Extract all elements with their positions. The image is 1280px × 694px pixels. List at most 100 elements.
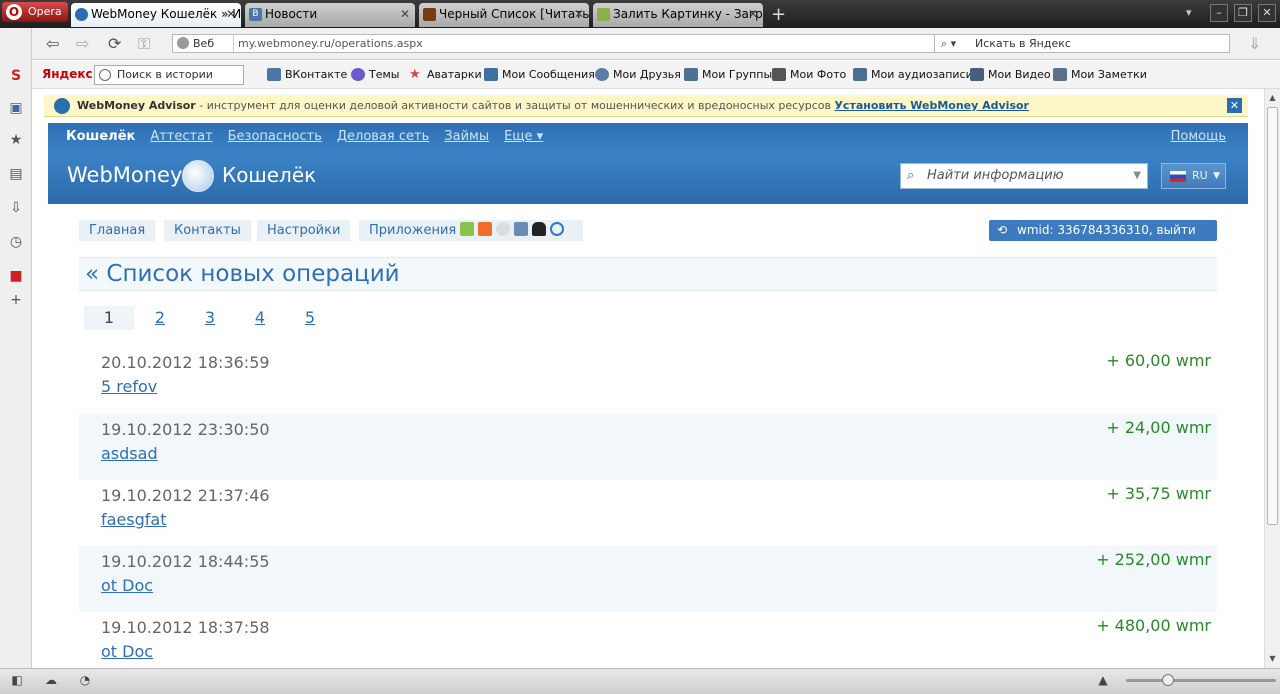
brand-name[interactable]: WebMoney: [67, 163, 182, 187]
nav-more[interactable]: Еще ▾: [504, 129, 543, 144]
download-arrow-icon[interactable]: ⇓: [1248, 34, 1261, 53]
bookmark-groups[interactable]: Мои Группы: [684, 68, 772, 81]
tab-webmoney[interactable]: WebMoney Кошелёк » И... ✕: [71, 3, 241, 27]
page-3[interactable]: 3: [185, 306, 235, 330]
menu-contacts[interactable]: Контакты: [164, 220, 251, 241]
menu-apps[interactable]: Приложения: [359, 220, 583, 241]
address-url[interactable]: my.webmoney.ru/operations.aspx: [233, 35, 423, 52]
new-tab-button[interactable]: +: [771, 4, 786, 25]
restore-icon[interactable]: ❐: [1234, 4, 1252, 22]
nav-loans[interactable]: Займы: [444, 129, 489, 144]
page-2[interactable]: 2: [135, 306, 185, 330]
linux-icon[interactable]: [532, 222, 547, 236]
operation-date: 19.10.2012 18:44:55: [101, 552, 270, 571]
wmid-logout-button[interactable]: ⟲ wmid: 336784336310, выйти: [989, 220, 1217, 241]
downloads-icon[interactable]: ⇩: [8, 200, 24, 216]
bookmarks-panel-icon[interactable]: ▣: [8, 100, 24, 116]
operation-desc-link[interactable]: faesgfat: [101, 510, 166, 529]
zoom-slider-knob[interactable]: [1162, 674, 1174, 686]
site-search-input[interactable]: ⌕ Найти информацию ▼: [900, 163, 1148, 189]
history-search-input[interactable]: Поиск в истории: [94, 65, 244, 85]
close-window-icon[interactable]: ✕: [1258, 4, 1276, 22]
yandex-logo[interactable]: Яндекс: [42, 67, 93, 81]
language-select[interactable]: RU ▼: [1161, 163, 1226, 189]
browser-tab-bar: O Opera WebMoney Кошелёк » И... ✕ B Новос…: [0, 0, 1280, 28]
nav-security[interactable]: Безопасность: [228, 129, 322, 144]
apple-icon[interactable]: [496, 222, 511, 236]
back-icon[interactable]: ⇦: [46, 34, 59, 53]
help-link[interactable]: Помощь: [1171, 129, 1226, 144]
camera-icon: [772, 68, 786, 81]
history-icon[interactable]: ◷: [8, 234, 24, 250]
tab-close-icon[interactable]: ✕: [574, 3, 584, 25]
star-icon[interactable]: ★: [8, 132, 24, 148]
bookmark-photos[interactable]: Мои Фото: [772, 68, 846, 81]
operation-amount: + 24,00 wmr: [1106, 418, 1211, 437]
scrollbar-thumb[interactable]: [1267, 107, 1278, 525]
nav-business-network[interactable]: Деловая сеть: [337, 129, 429, 144]
add-panel-icon[interactable]: +: [8, 292, 24, 308]
tab-close-icon[interactable]: ✕: [400, 3, 410, 25]
forward-icon[interactable]: ⇨: [76, 34, 89, 53]
tab-upload-image[interactable]: Залить Картинку - Загр... ✕: [593, 3, 763, 27]
bookmark-themes[interactable]: Темы: [351, 68, 399, 81]
chevron-down-icon: ▼: [1213, 171, 1220, 181]
notes-icon[interactable]: ▤: [8, 166, 24, 182]
scroll-down-icon[interactable]: ▼: [1267, 652, 1278, 666]
advisor-text: - инструмент для оценки деловой активнос…: [195, 99, 835, 112]
zoom-slider[interactable]: [1126, 674, 1276, 686]
key-icon[interactable]: ⚿: [138, 34, 150, 54]
operation-desc-link[interactable]: 5 refov: [101, 377, 157, 396]
operation-row: 20.10.2012 18:36:59 5 refov + 60,00 wmr: [79, 342, 1217, 408]
bookmark-vkontakte[interactable]: ВКонтакте: [267, 68, 347, 81]
mac-icon[interactable]: [514, 222, 529, 236]
panel-toggle-icon[interactable]: ◧: [10, 673, 24, 687]
page-title[interactable]: « Список новых операций: [79, 257, 1217, 291]
operation-desc-link[interactable]: asdsad: [101, 444, 158, 463]
minimize-icon[interactable]: –: [1210, 4, 1228, 22]
install-advisor-link[interactable]: Установить WebMoney Advisor: [834, 99, 1029, 112]
cloud-icon[interactable]: ☁: [44, 673, 58, 687]
operation-desc-link[interactable]: ot Doc: [101, 642, 153, 661]
tab-blacklist[interactable]: Черный Список [Читать... ✕: [419, 3, 589, 27]
tab-news[interactable]: B Новости ✕: [245, 3, 415, 27]
speed-dial-icon[interactable]: ◔: [78, 673, 92, 687]
tab-close-icon[interactable]: ✕: [226, 3, 236, 25]
nav-wallet[interactable]: Кошелёк: [66, 129, 135, 144]
brand-wallet[interactable]: Кошелёк: [222, 163, 316, 187]
page-5[interactable]: 5: [285, 306, 335, 330]
page-4[interactable]: 4: [235, 306, 285, 330]
windows-icon[interactable]: [478, 222, 493, 236]
tab-close-icon[interactable]: ✕: [748, 3, 758, 25]
keeper-icon[interactable]: [550, 222, 565, 236]
opera-menu-button[interactable]: O Opera: [2, 2, 68, 22]
close-advisor-icon[interactable]: ✕: [1227, 98, 1242, 113]
bookmark-avatars[interactable]: ★ Аватарки: [409, 68, 482, 81]
chevron-down-icon[interactable]: ▼: [1133, 164, 1141, 188]
operation-date: 19.10.2012 18:37:58: [101, 618, 270, 637]
bookmark-messages[interactable]: Мои Сообщения: [484, 68, 595, 81]
operation-desc-link[interactable]: ot Doc: [101, 576, 153, 595]
bookmark-audio[interactable]: Мои аудиозаписи: [853, 68, 973, 81]
bookmark-notes[interactable]: Мои Заметки: [1053, 68, 1147, 81]
tab-label: Залить Картинку - Загр...: [613, 7, 763, 21]
vertical-scrollbar[interactable]: ▲ ▼: [1264, 89, 1280, 668]
advisor-logo-icon: [54, 98, 70, 114]
android-icon[interactable]: [460, 222, 475, 236]
menu-home[interactable]: Главная: [79, 220, 156, 241]
menu-settings[interactable]: Настройки: [257, 220, 351, 241]
tab-list-chevron-icon[interactable]: ▾: [1186, 6, 1192, 19]
s-icon[interactable]: S: [8, 68, 24, 84]
nav-attestat[interactable]: Аттестат: [150, 129, 212, 144]
scroll-up-icon[interactable]: ▲: [1267, 91, 1278, 105]
yandex-search-input[interactable]: ⌕ ▾ Искать в Яндекс: [934, 34, 1230, 53]
bookmark-video[interactable]: Мои Видео: [970, 68, 1051, 81]
address-prefix: Веб: [177, 35, 214, 52]
zoom-up-icon[interactable]: ▲: [1096, 673, 1110, 687]
note-icon: [1053, 68, 1067, 81]
reload-icon[interactable]: ⟳: [108, 34, 121, 53]
widget-icon[interactable]: ■: [8, 268, 24, 284]
address-toolbar: ⇦ ⇨ ⟳ ⚿ Веб my.webmoney.ru/operations.as…: [32, 28, 1280, 60]
address-field[interactable]: Веб my.webmoney.ru/operations.aspx ★: [172, 34, 960, 53]
bookmark-friends[interactable]: Мои Друзья: [595, 68, 681, 81]
